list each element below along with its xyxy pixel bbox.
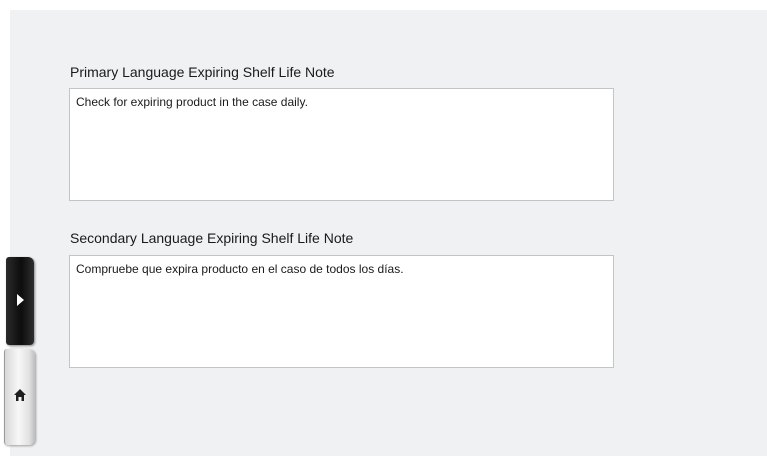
primary-note-label: Primary Language Expiring Shelf Life Not… xyxy=(70,64,335,80)
note-settings-panel: Primary Language Expiring Shelf Life Not… xyxy=(10,10,767,456)
home-tab[interactable] xyxy=(4,349,35,445)
home-icon xyxy=(14,389,26,401)
side-rail xyxy=(0,257,36,447)
chevron-right-icon xyxy=(17,294,24,306)
primary-note-textarea[interactable]: Check for expiring product in the case d… xyxy=(69,88,614,201)
secondary-note-textarea[interactable]: Compruebe que expira producto en el caso… xyxy=(69,255,614,368)
secondary-note-label: Secondary Language Expiring Shelf Life N… xyxy=(70,230,354,246)
expand-panel-tab[interactable] xyxy=(6,257,34,345)
